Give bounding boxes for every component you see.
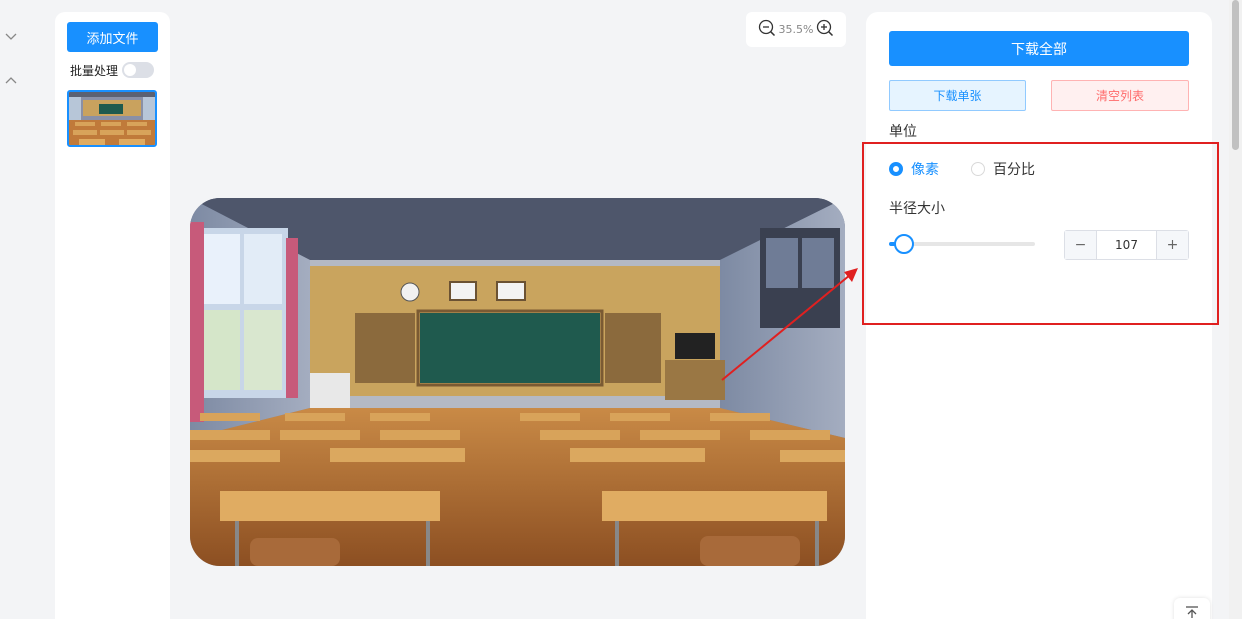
back-to-top-icon — [1186, 606, 1198, 618]
classroom-thumbnail-image — [69, 92, 155, 145]
batch-processing-toggle[interactable] — [122, 62, 155, 78]
zoom-out-icon[interactable] — [758, 19, 776, 41]
unit-percent-radio[interactable] — [971, 162, 985, 176]
file-list-panel: 添加文件 批量处理 — [55, 12, 170, 619]
toggle-knob — [124, 64, 137, 76]
unit-pixel-label[interactable]: 像素 — [911, 159, 939, 179]
unit-radio-group: 像素 百分比 — [889, 159, 1035, 179]
download-all-button[interactable]: 下载全部 — [889, 31, 1189, 66]
zoom-control: 35.5% — [746, 12, 846, 47]
clear-list-button[interactable]: 清空列表 — [1051, 80, 1189, 111]
radius-slider[interactable] — [889, 234, 1035, 254]
chevron-down-icon[interactable] — [3, 28, 19, 44]
zoom-level: 35.5% — [778, 23, 814, 36]
zoom-in-icon[interactable] — [816, 19, 834, 41]
batch-processing-label: 批量处理 — [70, 63, 119, 78]
scrollbar-thumb[interactable] — [1232, 0, 1239, 150]
chevron-up-icon[interactable] — [3, 73, 19, 89]
image-preview — [190, 198, 845, 566]
unit-label: 单位 — [889, 124, 917, 140]
radius-input[interactable] — [1097, 231, 1156, 259]
unit-percent-label[interactable]: 百分比 — [993, 159, 1035, 179]
settings-panel: 下载全部 下载单张 清空列表 单位 像素 百分比 半径大小 − + — [866, 12, 1212, 619]
radius-stepper: − + — [1064, 230, 1189, 260]
back-to-top-button[interactable] — [1174, 598, 1210, 619]
add-file-button[interactable]: 添加文件 — [67, 22, 158, 52]
decrement-button[interactable]: − — [1065, 231, 1097, 259]
classroom-preview-image — [190, 198, 845, 566]
radius-label: 半径大小 — [889, 201, 945, 217]
file-thumbnail[interactable] — [67, 90, 157, 147]
download-single-button[interactable]: 下载单张 — [889, 80, 1026, 111]
batch-processing: 批量处理 — [70, 61, 155, 79]
unit-pixel-radio[interactable] — [889, 162, 903, 176]
page-scrollbar[interactable] — [1229, 0, 1242, 619]
slider-handle[interactable] — [893, 234, 914, 254]
increment-button[interactable]: + — [1156, 231, 1188, 259]
